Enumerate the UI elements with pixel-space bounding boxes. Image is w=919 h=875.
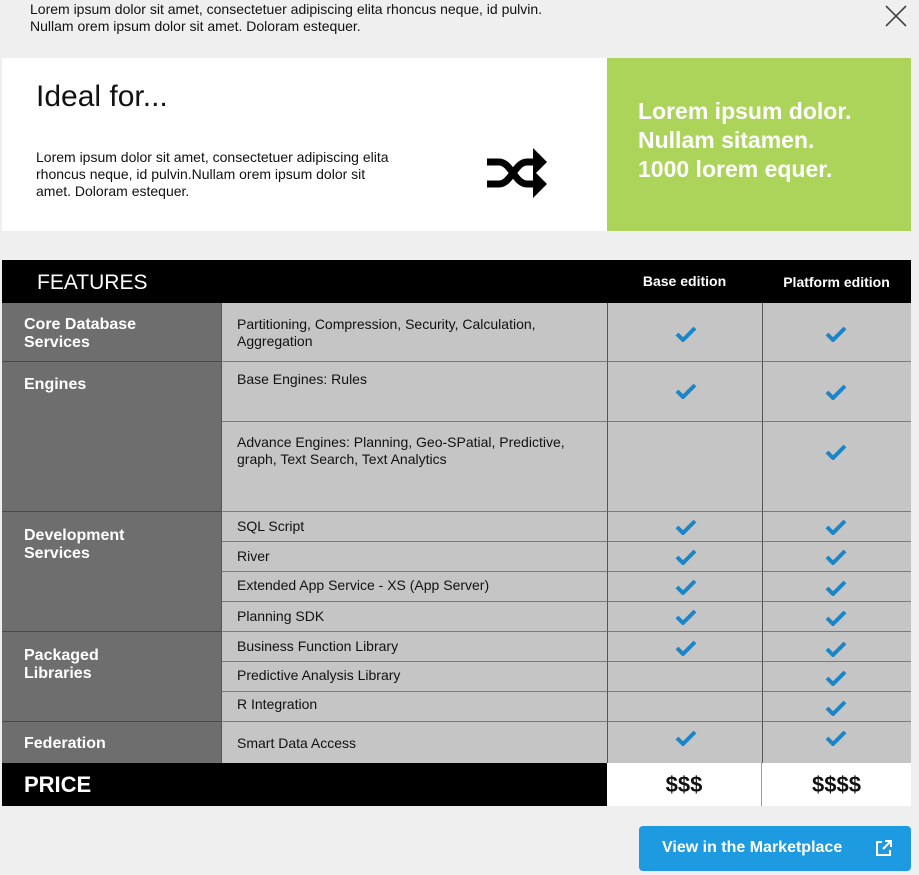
highlight-line-3: 1000 lorem equer. (638, 156, 833, 182)
price-label: PRICE (24, 772, 92, 797)
category-packaged-libraries: Packaged Libraries (2, 632, 221, 722)
platform-edition-cell (762, 572, 911, 602)
close-button[interactable] (882, 2, 910, 30)
check-icon (675, 730, 697, 746)
base-edition-cell (607, 572, 762, 602)
feature-label: Business Function Library (237, 638, 399, 654)
platform-edition-cell (762, 662, 911, 692)
ideal-for-panel: Ideal for... Lorem ipsum dolor sit amet,… (2, 58, 911, 231)
check-icon (825, 549, 847, 565)
column-header-base: Base edition (642, 273, 727, 289)
base-edition-cell (607, 422, 762, 512)
check-icon (825, 730, 847, 746)
hero-title: Ideal for... (36, 80, 168, 113)
check-icon (825, 326, 847, 342)
base-edition-cell (607, 632, 762, 662)
platform-edition-cell (762, 512, 911, 542)
feature-row: Smart Data Access (221, 722, 607, 763)
platform-edition-cell (762, 722, 911, 763)
check-icon (675, 609, 697, 625)
check-icon (825, 384, 847, 400)
features-heading: FEATURES (37, 271, 148, 294)
feature-label: Base Engines: Rules (237, 371, 367, 387)
feature-row: Business Function Library (221, 632, 607, 662)
check-icon (675, 549, 697, 565)
category-development-services: Development Services (2, 512, 221, 632)
feature-label: Advance Engines: Planning, Geo-SPatial, … (237, 434, 565, 467)
feature-row: SQL Script (221, 512, 607, 542)
base-edition-cell (607, 512, 762, 542)
hero-highlight: Lorem ipsum dolor. Nullam sitamen. 1000 … (607, 58, 911, 231)
category-label: Packaged Libraries (24, 647, 99, 682)
features-table: FEATURES Base edition Platform edition C… (2, 260, 911, 806)
category-core-database: Core Database Services (2, 303, 221, 362)
intro-text: Lorem ipsum dolor sit amet, consectetuer… (30, 1, 542, 35)
check-icon (675, 383, 697, 399)
check-icon (825, 641, 847, 657)
intro-line-2: Nullam orem ipsum dolor sit amet. Dolora… (30, 18, 361, 34)
feature-label: SQL Script (237, 518, 305, 534)
feature-row: Partitioning, Compression, Security, Cal… (221, 303, 607, 362)
shuffle-icon (487, 148, 547, 198)
feature-label: Predictive Analysis Library (237, 667, 401, 683)
feature-row: Extended App Service - XS (App Server) (221, 572, 607, 602)
check-icon (825, 519, 847, 535)
feature-label: Partitioning, Compression, Security, Cal… (237, 316, 536, 349)
check-icon (675, 640, 697, 656)
intro-line-1: Lorem ipsum dolor sit amet, consectetuer… (30, 1, 543, 17)
category-label: Engines (24, 376, 87, 393)
feature-label: Smart Data Access (237, 735, 357, 751)
check-icon (825, 580, 847, 596)
check-icon (825, 670, 847, 686)
platform-edition-cell (762, 602, 911, 632)
base-edition-cell (607, 542, 762, 572)
feature-label: Planning SDK (237, 608, 325, 624)
feature-label: Extended App Service - XS (App Server) (237, 577, 490, 593)
column-header-platform: Platform edition (783, 274, 890, 290)
view-marketplace-button[interactable]: View in the Marketplace (639, 826, 911, 871)
category-engines: Engines (2, 362, 221, 512)
close-icon (885, 5, 907, 27)
price-base: $$$ (607, 763, 762, 806)
feature-row: R Integration (221, 692, 607, 722)
platform-edition-cell (762, 692, 911, 722)
check-icon (675, 326, 697, 342)
platform-edition-cell (762, 422, 911, 512)
external-link-icon (876, 840, 892, 856)
platform-edition-cell (762, 362, 911, 422)
feature-row: Advance Engines: Planning, Geo-SPatial, … (221, 422, 607, 512)
price-platform: $$$$ (762, 763, 911, 806)
category-label: Federation (24, 735, 106, 752)
base-edition-cell (607, 303, 762, 362)
feature-label: River (237, 548, 270, 564)
marketplace-button-label: View in the Marketplace (662, 839, 843, 856)
platform-edition-cell (762, 303, 911, 362)
check-icon (675, 579, 697, 595)
platform-edition-cell (762, 542, 911, 572)
check-icon (825, 700, 847, 716)
price-row (2, 763, 607, 806)
base-edition-cell (607, 722, 762, 763)
base-edition-cell (607, 692, 762, 722)
category-label: Core Database Services (24, 316, 137, 351)
feature-label: R Integration (237, 696, 318, 712)
feature-row: River (221, 542, 607, 572)
base-edition-cell (607, 602, 762, 632)
category-federation: Federation (2, 722, 221, 763)
highlight-line-2: Nullam sitamen. (638, 127, 815, 153)
feature-row: Predictive Analysis Library (221, 662, 607, 692)
platform-edition-cell (762, 632, 911, 662)
base-edition-cell (607, 362, 762, 422)
category-label: Development Services (24, 527, 125, 562)
base-edition-cell (607, 662, 762, 692)
feature-row: Base Engines: Rules (221, 362, 607, 422)
highlight-line-1: Lorem ipsum dolor. (638, 98, 852, 124)
check-icon (825, 610, 847, 626)
hero-description: Lorem ipsum dolor sit amet, consectetuer… (36, 149, 389, 199)
check-icon (825, 444, 847, 460)
check-icon (675, 519, 697, 535)
feature-row: Planning SDK (221, 602, 607, 632)
